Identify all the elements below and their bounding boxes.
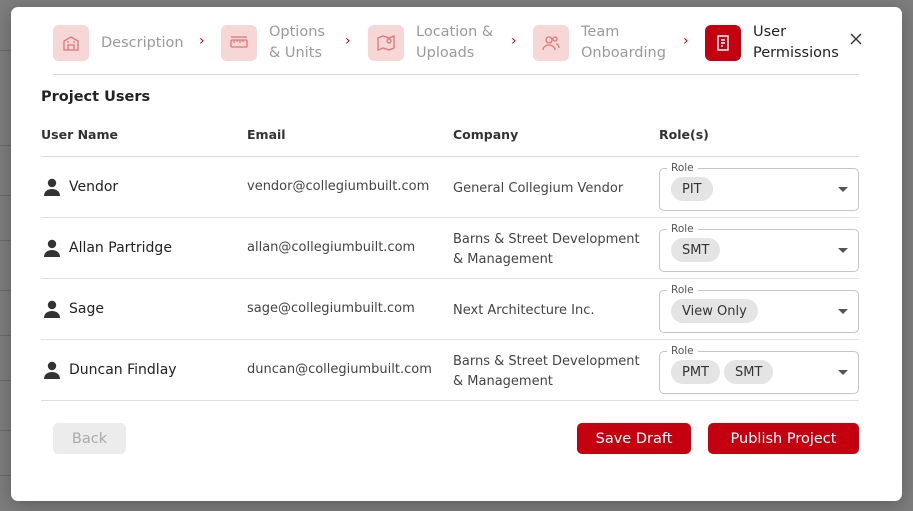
step-description[interactable]: Description [53, 23, 184, 63]
role-select[interactable]: Role PIT [659, 162, 859, 211]
person-icon [44, 178, 60, 196]
document-icon [705, 25, 741, 61]
step-label: Options & Units [269, 24, 325, 61]
user-name-cell: Allan Partridge [41, 218, 172, 278]
role-select[interactable]: Role View Only [659, 284, 859, 333]
user-company: Barns & Street Development & Management [453, 232, 640, 267]
step-location-uploads[interactable]: Location & Uploads [368, 23, 493, 63]
user-name: Vendor [69, 179, 119, 195]
map-pin-icon [368, 25, 404, 61]
table-header: User Name Email Company Role(s) [41, 119, 859, 157]
person-icon [44, 361, 60, 379]
role-chip[interactable]: SMT [671, 238, 721, 262]
user-company: Next Architecture Inc. [453, 303, 595, 318]
back-button[interactable]: Back [53, 423, 126, 454]
person-icon [44, 300, 60, 318]
user-email: vendor@collegiumbuilt.com [247, 179, 430, 194]
save-draft-button[interactable]: Save Draft [577, 423, 691, 454]
chevron-right-icon: › [345, 33, 351, 49]
chevron-right-icon: › [683, 33, 689, 49]
user-name: Sage [69, 301, 104, 317]
step-options-units[interactable]: Options & Units [221, 23, 325, 63]
close-icon [850, 33, 862, 45]
user-permissions-modal: Description › Options & Units › Location… [11, 7, 902, 501]
user-name-cell: Sage [41, 279, 104, 339]
user-email: allan@collegiumbuilt.com [247, 240, 416, 255]
role-select[interactable]: Role SMT [659, 223, 859, 272]
user-company: Barns & Street Development & Management [453, 354, 640, 389]
table-row: Vendor vendor@collegiumbuilt.com General… [41, 157, 859, 218]
stepper: Description › Options & Units › Location… [53, 23, 859, 75]
column-header-user-name: User Name [41, 127, 118, 142]
column-header-email: Email [247, 127, 286, 142]
user-company: General Collegium Vendor [453, 181, 624, 196]
section-title: Project Users [41, 89, 151, 105]
chevron-right-icon: › [511, 33, 517, 49]
user-email: duncan@collegiumbuilt.com [247, 362, 432, 377]
role-chip[interactable]: SMT [724, 360, 774, 384]
table-row: Sage sage@collegiumbuilt.com Next Archit… [41, 279, 859, 340]
step-label: User Permissions [753, 24, 839, 61]
publish-project-button[interactable]: Publish Project [708, 423, 859, 454]
user-name: Duncan Findlay [69, 362, 177, 378]
close-button[interactable] [845, 28, 867, 50]
user-email: sage@collegiumbuilt.com [247, 301, 415, 316]
user-name: Allan Partridge [69, 240, 172, 256]
user-name-cell: Duncan Findlay [41, 340, 177, 400]
table-row: Duncan Findlay duncan@collegiumbuilt.com… [41, 340, 859, 401]
step-label: Team Onboarding [581, 24, 666, 61]
role-chip[interactable]: View Only [671, 299, 758, 323]
role-field-label: Role [667, 284, 698, 296]
role-chip[interactable]: PMT [671, 360, 720, 384]
step-user-permissions[interactable]: User Permissions [705, 23, 839, 63]
role-field-label: Role [667, 223, 698, 235]
dropdown-caret-icon [838, 248, 848, 253]
role-field-label: Role [667, 345, 698, 357]
project-users-table: User Name Email Company Role(s) Vendor v… [41, 119, 859, 401]
step-team-onboarding[interactable]: Team Onboarding [533, 23, 666, 63]
person-icon [44, 239, 60, 257]
building-icon [53, 25, 89, 61]
dropdown-caret-icon [838, 370, 848, 375]
dropdown-caret-icon [838, 187, 848, 192]
table-row: Allan Partridge allan@collegiumbuilt.com… [41, 218, 859, 279]
role-field-label: Role [667, 162, 698, 174]
column-header-company: Company [453, 127, 519, 142]
chevron-right-icon: › [199, 33, 205, 49]
column-header-roles: Role(s) [659, 127, 709, 142]
ruler-icon [221, 25, 257, 61]
users-icon [533, 25, 569, 61]
role-chip[interactable]: PIT [671, 177, 713, 201]
role-select[interactable]: Role PMT SMT [659, 345, 859, 394]
user-name-cell: Vendor [41, 157, 118, 217]
step-label: Description [101, 34, 184, 51]
step-label: Location & Uploads [416, 24, 494, 61]
dropdown-caret-icon [838, 309, 848, 314]
